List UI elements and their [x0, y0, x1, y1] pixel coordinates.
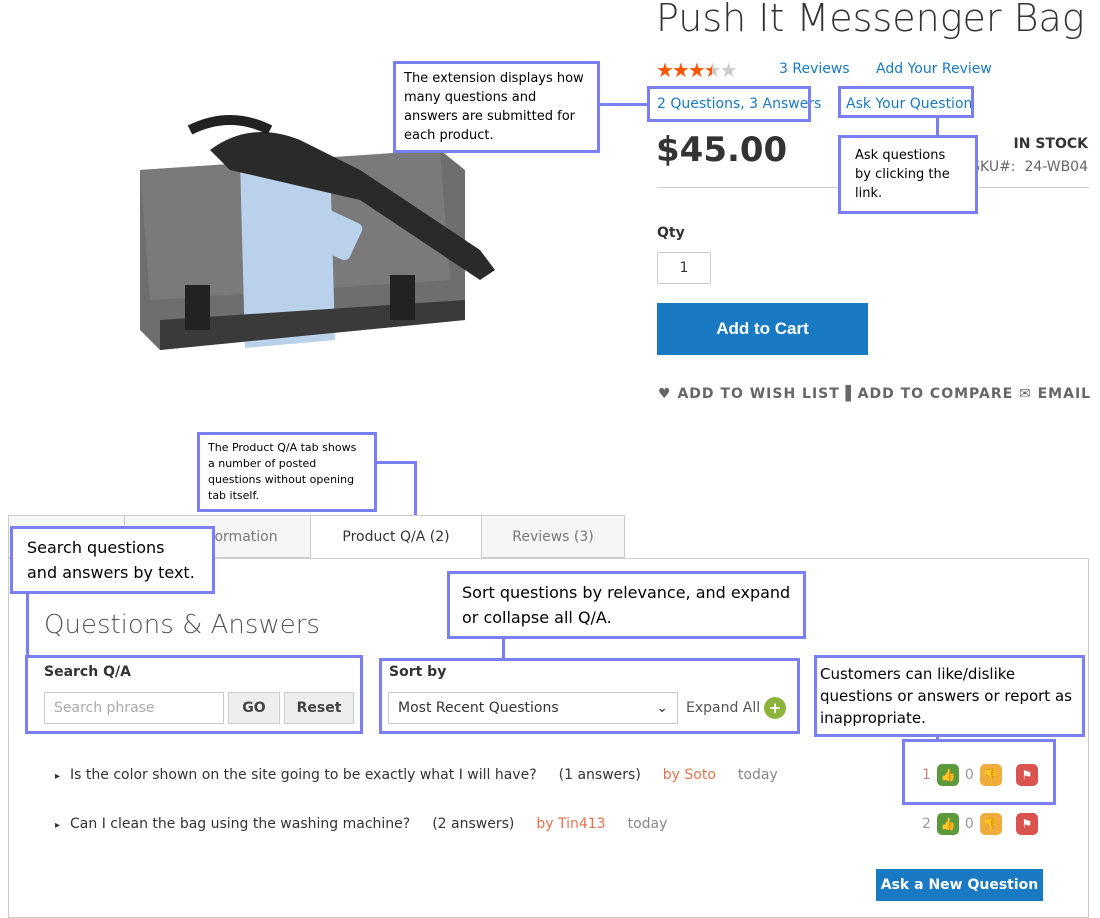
qty-input[interactable]: 1 — [657, 252, 711, 284]
envelope-icon: ✉ — [1019, 386, 1032, 402]
rating-stars: ★★★★★ — [656, 58, 738, 82]
thumbs-up-icon[interactable]: 👍 — [936, 813, 959, 835]
add-to-wishlist-link[interactable]: ♥ ADD TO WISH LIST — [658, 386, 840, 402]
question-row[interactable]: ▸ Can I clean the bag using the washing m… — [55, 816, 689, 832]
reviews-link[interactable]: 3 Reviews — [779, 61, 850, 77]
product-title: Push It Messenger Bag — [656, 0, 1085, 40]
question-row[interactable]: ▸ Is the color shown on the site going to… — [55, 767, 800, 783]
flag-icon[interactable]: ⚑ — [1015, 813, 1038, 835]
callout-sort: Sort questions by relevance, and expand … — [447, 571, 806, 639]
stock-status: IN STOCK — [1013, 136, 1088, 152]
compare-icon: ▐ — [840, 386, 852, 402]
like-count: 2 — [922, 816, 931, 832]
qa-heading: Questions & Answers — [44, 610, 320, 640]
add-to-compare-link[interactable]: ▐ ADD TO COMPARE — [840, 386, 1013, 402]
callout-search: Search questions and answers by text. — [10, 526, 215, 594]
heart-icon: ♥ — [658, 386, 672, 402]
tab-reviews[interactable]: Reviews (3) — [481, 515, 625, 558]
dislike-count: 0 — [964, 816, 974, 832]
qty-label: Qty — [657, 225, 685, 241]
callout-vote: Customers can like/dislike questions or … — [814, 655, 1085, 737]
price: $45.00 — [656, 130, 788, 170]
ask-new-question-button[interactable]: Ask a New Question — [876, 869, 1043, 901]
callout-qa-count: The extension displays how many question… — [393, 61, 600, 153]
add-to-cart-button[interactable]: Add to Cart — [657, 303, 868, 355]
callout-tab: The Product Q/A tab shows a number of po… — [197, 432, 377, 512]
callout-ask: Ask questions by clicking the link. — [838, 135, 978, 214]
sku-value: 24-WB04 — [1024, 159, 1088, 175]
tab-product-qa[interactable]: Product Q/A (2) — [310, 515, 482, 558]
add-review-link[interactable]: Add Your Review — [876, 61, 992, 77]
email-link[interactable]: ✉ EMAIL — [1019, 386, 1091, 402]
thumbs-down-icon[interactable]: 👎 — [979, 813, 1002, 835]
